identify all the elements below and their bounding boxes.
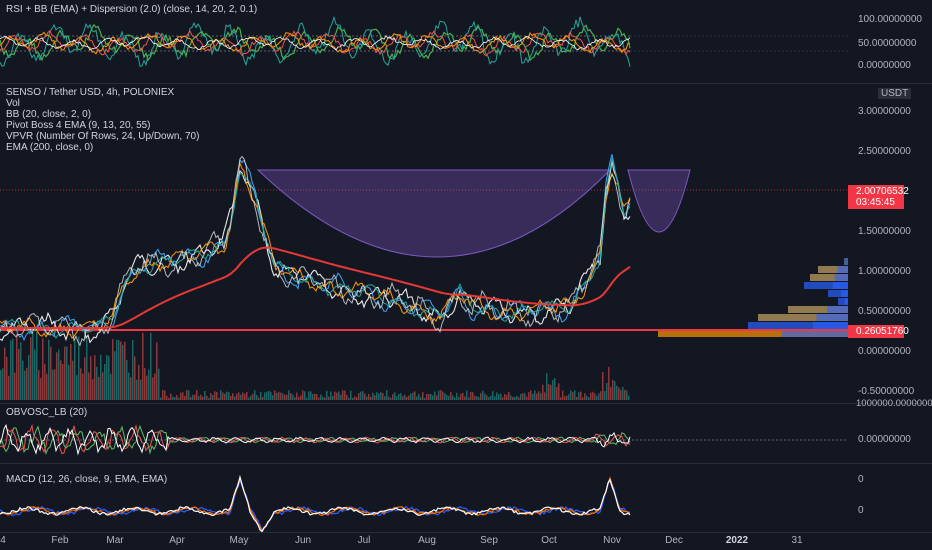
rsi-axis-label: 100.00000000 <box>858 14 922 25</box>
time-label: Jul <box>357 535 371 546</box>
time-label: Aug <box>418 535 436 546</box>
handle-pattern <box>627 169 691 233</box>
price-axis-label: 0.50000000 <box>858 306 911 317</box>
time-label: Feb <box>51 535 69 546</box>
price-axis-label: 3.00000000 <box>858 106 911 117</box>
macd-axis: 0 0 <box>848 464 932 532</box>
price-axis-label: 1.50000000 <box>858 226 911 237</box>
price-axis-label: 1.00000000 <box>858 266 911 277</box>
indicator-bb[interactable]: BB (20, close, 2, 0) <box>6 109 199 120</box>
time-label: Apr <box>169 535 185 546</box>
obv-legend[interactable]: OBVOSC_LB (20) <box>6 407 87 418</box>
time-label: 4 <box>0 535 6 546</box>
volume-bars <box>0 332 630 400</box>
bar-countdown: 03:45:45 <box>856 197 895 208</box>
indicator-ema[interactable]: EMA (200, close, 0) <box>6 142 199 153</box>
volume-profile <box>658 258 848 337</box>
obv-axis-label: 0.00000000 <box>858 434 911 445</box>
obv-axis-label: 1000000.00000000 <box>856 398 932 409</box>
obv-axis: 1000000.00000000 0.00000000 <box>848 398 932 463</box>
symbol-title[interactable]: SENSO / Tether USD, 4h, POLONIEX <box>6 87 199 98</box>
time-label: Nov <box>603 535 621 546</box>
price-axis-label: 0.00000000 <box>858 346 911 357</box>
time-axis[interactable]: 4 Feb Mar Apr May Jun Jul Aug Sep Oct No… <box>0 533 848 550</box>
macd-pane[interactable]: MACD (12, 26, close, 9, EMA, EMA) <box>0 464 848 532</box>
main-price-pane[interactable]: SENSO / Tether USD, 4h, POLONIEX Vol BB … <box>0 84 848 403</box>
time-label: Oct <box>541 535 557 546</box>
price-axis-label: -0.50000000 <box>858 386 915 397</box>
rsi-axis: 100.00000000 50.00000000 0.00000000 <box>848 0 932 83</box>
cup-pattern <box>256 169 612 258</box>
rsi-axis-label: 0.00000000 <box>858 60 911 71</box>
macd-legend[interactable]: MACD (12, 26, close, 9, EMA, EMA) <box>6 474 167 485</box>
support-price-tag: 0.26051760 <box>848 325 909 338</box>
main-legend[interactable]: SENSO / Tether USD, 4h, POLONIEX Vol BB … <box>6 87 199 153</box>
currency-label[interactable]: USDT <box>878 88 912 99</box>
rsi-axis-label: 50.00000000 <box>858 38 917 49</box>
time-label: Sep <box>480 535 498 546</box>
indicator-pivot[interactable]: Pivot Boss 4 EMA (9, 13, 20, 55) <box>6 120 199 131</box>
rsi-pane[interactable]: RSI + BB (EMA) + Dispersion (2.0) (close… <box>0 0 848 83</box>
price-axis[interactable]: USDT 3.00000000 2.50000000 1.50000000 1.… <box>848 84 932 403</box>
time-label: 2022 <box>725 535 749 546</box>
price-axis-label: 2.50000000 <box>858 146 911 157</box>
indicator-vol[interactable]: Vol <box>6 98 199 109</box>
time-label: May <box>229 535 249 546</box>
obv-plot <box>0 423 848 456</box>
indicator-vpvr[interactable]: VPVR (Number Of Rows, 24, Up/Down, 70) <box>6 131 199 142</box>
time-label: Dec <box>665 535 683 546</box>
rsi-legend[interactable]: RSI + BB (EMA) + Dispersion (2.0) (close… <box>6 4 257 15</box>
current-price-value: 2.00706532 <box>856 186 909 197</box>
macd-axis-label: 0 <box>858 474 864 485</box>
time-label: 31 <box>791 535 803 546</box>
obv-pane[interactable]: OBVOSC_LB (20) <box>0 404 848 463</box>
time-label: Jun <box>294 535 312 546</box>
macd-axis-label: 0 <box>858 505 864 516</box>
current-price-tag: 2.00706532 03:45:45 <box>848 185 909 209</box>
time-label: Mar <box>106 535 124 546</box>
